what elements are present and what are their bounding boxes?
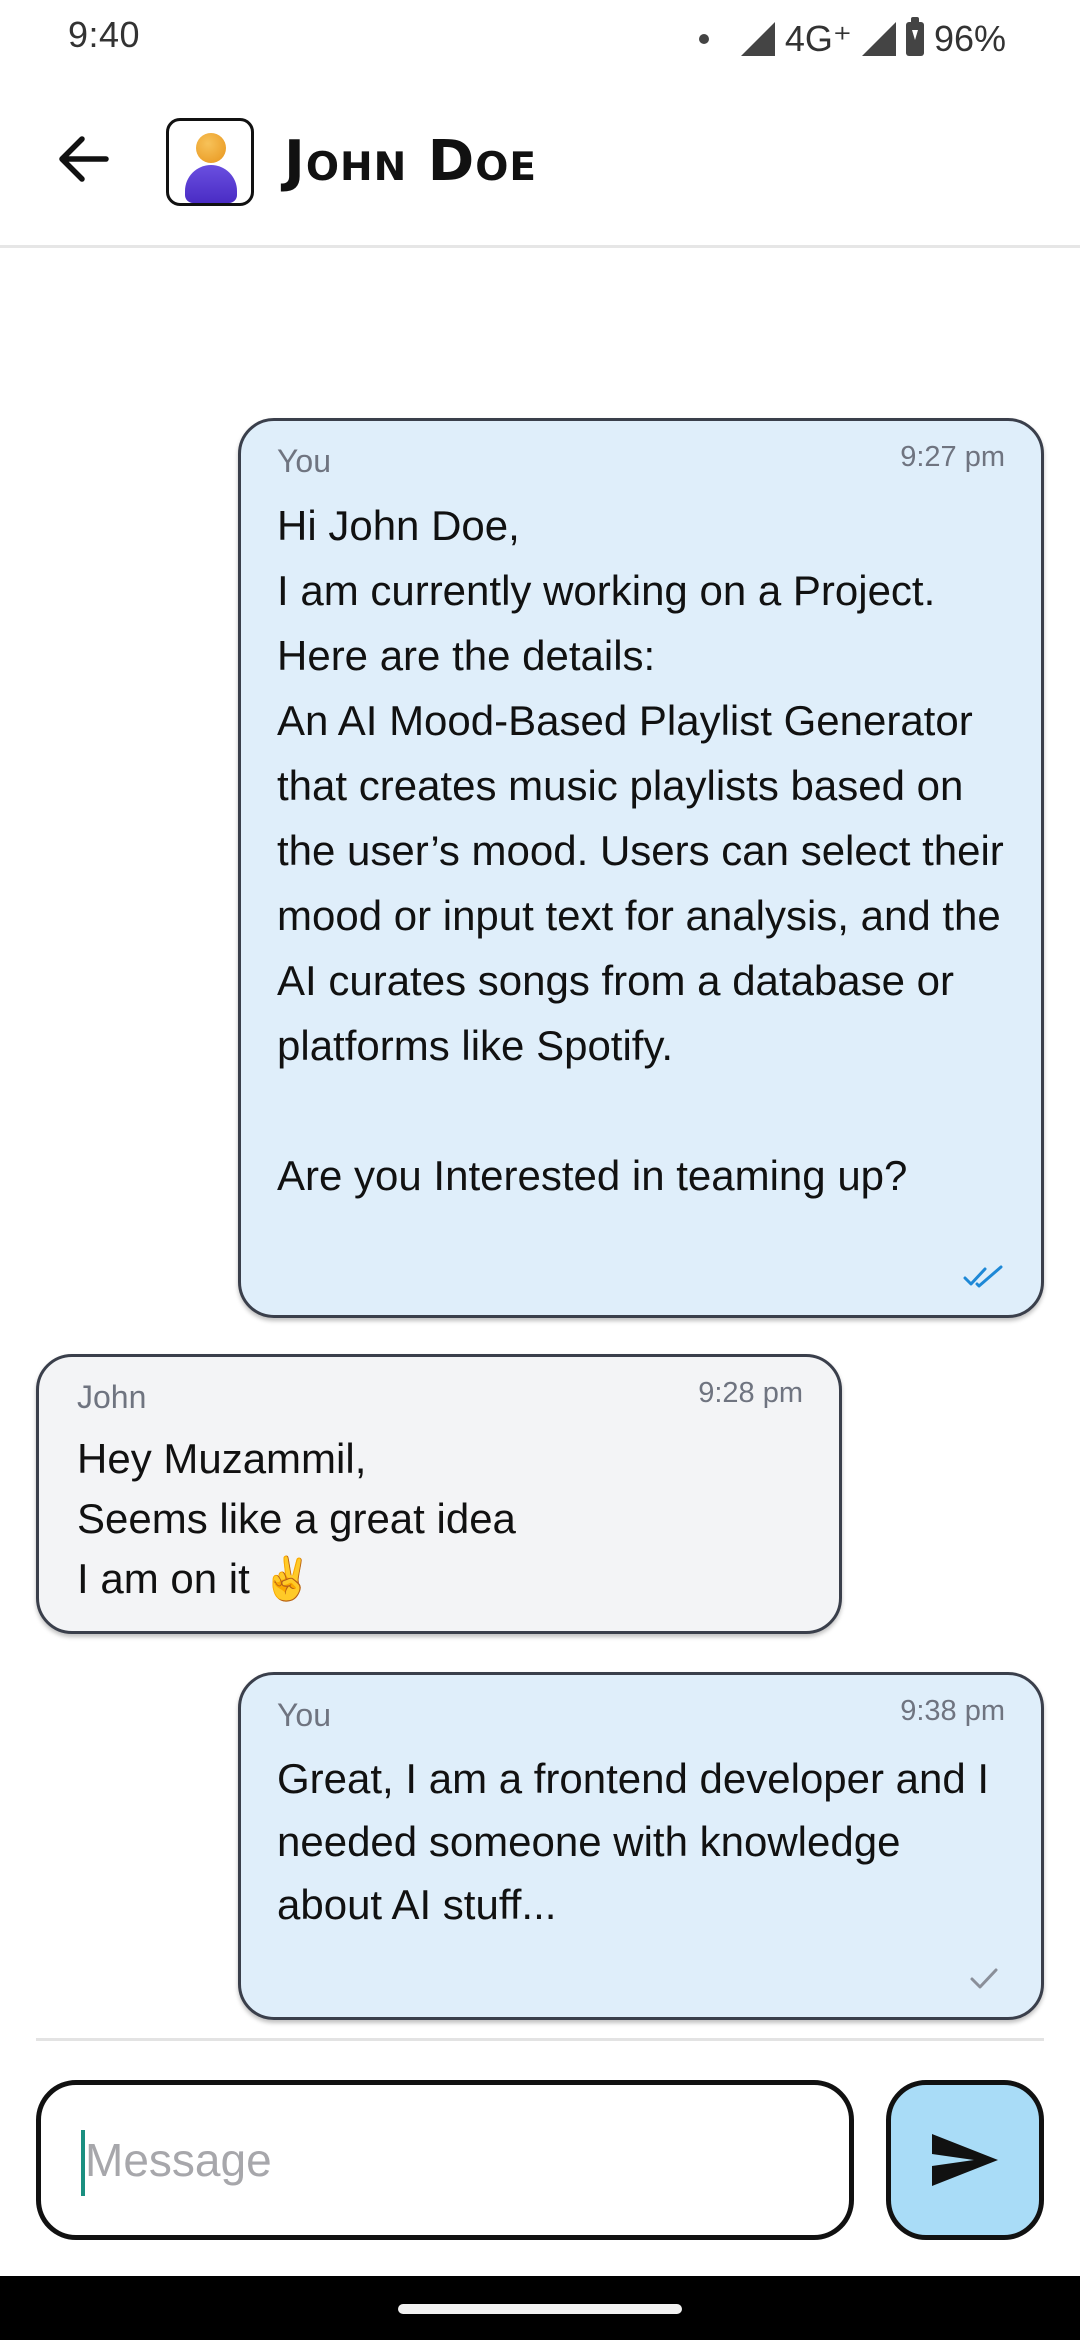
- arrow-left-icon: [59, 136, 109, 182]
- send-icon: [932, 2134, 998, 2186]
- message-bubble-outgoing[interactable]: You 9:27 pm Hi John Doe, I am currently …: [238, 418, 1044, 1318]
- battery-charging-icon: [905, 17, 924, 56]
- message-time: 9:38 pm: [900, 1695, 1005, 1727]
- home-gesture-handle[interactable]: [398, 2304, 682, 2314]
- message-bubble-incoming[interactable]: John 9:28 pm Hey Muzammil, Seems like a …: [36, 1354, 842, 1634]
- double-check-icon: [963, 1265, 1003, 1288]
- status-time: 9:40: [68, 14, 141, 55]
- message-text: Hey Muzammil, Seems like a great idea I …: [77, 1435, 516, 1602]
- message-input[interactable]: [85, 2115, 805, 2205]
- status-bar: 9:40 4G⁺ 96%: [0, 0, 1080, 78]
- contact-name: John Doe: [284, 129, 538, 194]
- network-type: 4G⁺: [784, 18, 852, 59]
- composer-divider: [36, 2038, 1044, 2041]
- message-input-box[interactable]: [36, 2080, 854, 2240]
- person-avatar-icon[interactable]: [166, 118, 254, 206]
- message-sender: You: [277, 1697, 331, 1733]
- message-time: 9:28 pm: [698, 1377, 803, 1409]
- status-icons: 4G⁺ 96%: [698, 14, 1006, 64]
- send-button[interactable]: [886, 2080, 1044, 2240]
- chat-screen: 9:40 4G⁺ 96% John Doe You 9:27 pm Hi Joh…: [0, 0, 1080, 2340]
- notification-dot-icon: [698, 34, 709, 44]
- wifi-signal-icon: [740, 22, 775, 56]
- message-bubble-outgoing[interactable]: You 9:38 pm Great, I am a frontend devel…: [238, 1672, 1044, 2020]
- message-text: Hi John Doe, I am currently working on a…: [277, 502, 1004, 1199]
- cell-signal-icon: [861, 22, 896, 56]
- message-sender: John: [77, 1379, 147, 1415]
- system-nav-bar: [0, 2276, 1080, 2340]
- battery-percent: 96%: [933, 18, 1006, 59]
- check-icon: [970, 1968, 998, 1989]
- message-sender: You: [277, 443, 331, 479]
- chat-header: John Doe: [0, 78, 1080, 248]
- back-button[interactable]: [44, 120, 122, 198]
- message-time: 9:27 pm: [900, 441, 1005, 473]
- message-text: Great, I am a frontend developer and I n…: [277, 1755, 990, 1928]
